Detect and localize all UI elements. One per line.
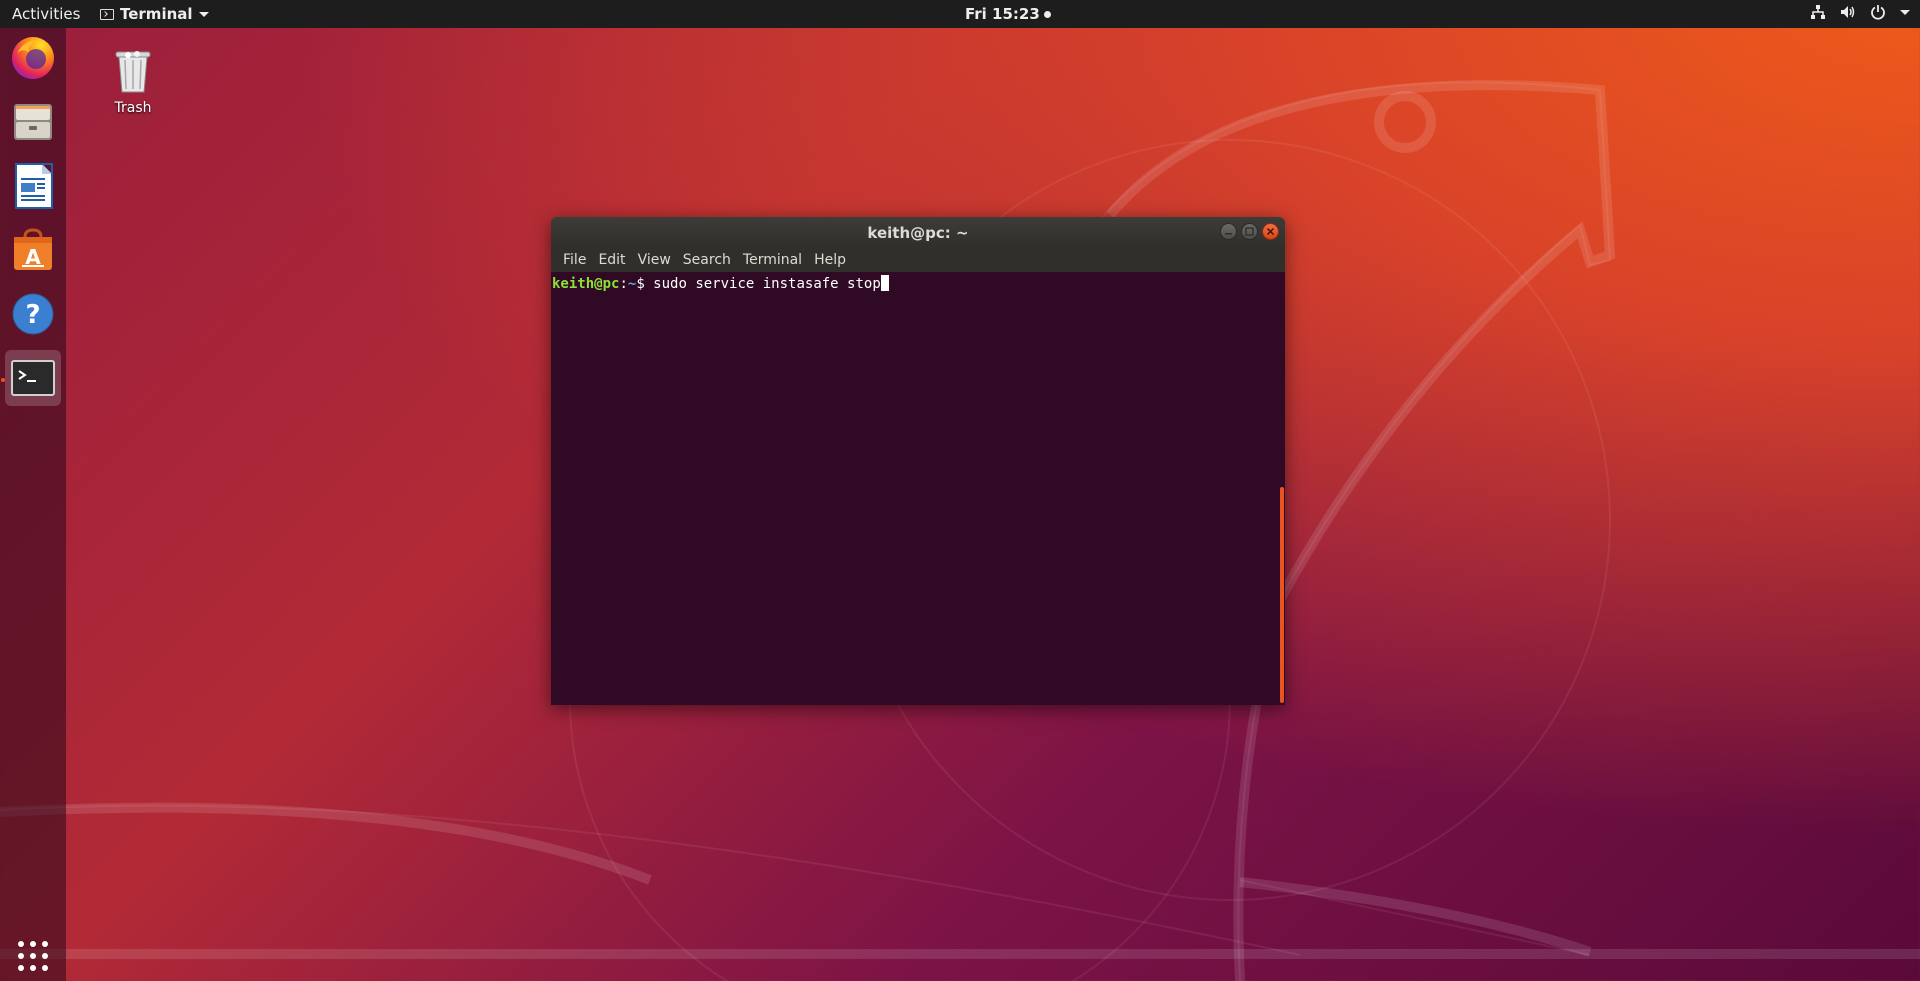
clock-label: Fri 15:23 [965, 5, 1040, 23]
trash-icon [115, 51, 151, 93]
writer-icon [15, 163, 53, 209]
scrollbar[interactable] [1280, 487, 1284, 703]
grid-icon [18, 941, 48, 971]
running-indicator-icon [1, 378, 5, 382]
help-icon: ? [12, 293, 54, 335]
command-text: sudo service instasafe stop [653, 276, 881, 292]
window-titlebar[interactable]: keith@pc: ~ [551, 217, 1285, 248]
app-menu-label: Terminal [120, 5, 193, 23]
clock[interactable]: Fri 15:23 [965, 5, 1051, 23]
network-icon [1811, 5, 1825, 19]
maximize-icon [1245, 227, 1254, 236]
dock: A ? [0, 28, 66, 981]
chevron-down-icon [1900, 9, 1910, 15]
text-cursor [880, 275, 889, 291]
system-tray[interactable] [1810, 4, 1910, 20]
volume-icon [1841, 6, 1855, 18]
firefox-icon [12, 37, 54, 79]
close-icon [1266, 227, 1275, 236]
terminal-icon [11, 360, 55, 396]
window-menubar: File Edit View Search Terminal Help [551, 248, 1285, 273]
menu-file[interactable]: File [557, 252, 592, 268]
files-icon [14, 104, 52, 140]
trash-label: Trash [114, 100, 152, 116]
terminal-content[interactable]: keith@pc:~$ sudo service instasafe stop [551, 272, 1285, 705]
terminal-icon [100, 8, 114, 20]
top-bar: Activities Terminal Fri 15:23 [0, 0, 1920, 28]
minimize-button[interactable] [1220, 223, 1237, 240]
dock-item-terminal[interactable] [5, 350, 61, 406]
terminal-window[interactable]: keith@pc: ~ File Edit View Search Termin… [551, 217, 1285, 705]
notification-dot-icon [1043, 10, 1051, 18]
prompt-symbol: $ [636, 276, 654, 292]
close-button[interactable] [1262, 223, 1279, 240]
software-icon: A [14, 228, 52, 270]
window-controls [1220, 223, 1279, 240]
dock-item-files[interactable] [5, 94, 61, 150]
dock-item-software[interactable]: A [5, 222, 61, 278]
dock-item-help[interactable]: ? [5, 286, 61, 342]
prompt-user: keith@pc [552, 276, 620, 292]
chevron-down-icon [198, 11, 209, 17]
menu-edit[interactable]: Edit [592, 252, 631, 268]
maximize-button[interactable] [1241, 223, 1258, 240]
menu-view[interactable]: View [632, 252, 677, 268]
desktop-trash[interactable]: Trash [108, 46, 158, 116]
menu-search[interactable]: Search [677, 252, 737, 268]
dock-item-writer[interactable] [5, 158, 61, 214]
svg-text:?: ? [25, 300, 40, 330]
minimize-icon [1225, 233, 1232, 235]
menu-terminal[interactable]: Terminal [737, 252, 808, 268]
command-line: keith@pc:~$ sudo service instasafe stop [552, 275, 889, 292]
menu-help[interactable]: Help [808, 252, 852, 268]
activities-button[interactable]: Activities [12, 5, 80, 23]
window-title: keith@pc: ~ [867, 223, 969, 242]
prompt-separator: : [619, 276, 628, 292]
show-applications-button[interactable] [5, 928, 61, 981]
dock-item-firefox[interactable] [5, 30, 61, 86]
app-menu[interactable]: Terminal [100, 5, 209, 23]
power-icon [1871, 5, 1885, 20]
